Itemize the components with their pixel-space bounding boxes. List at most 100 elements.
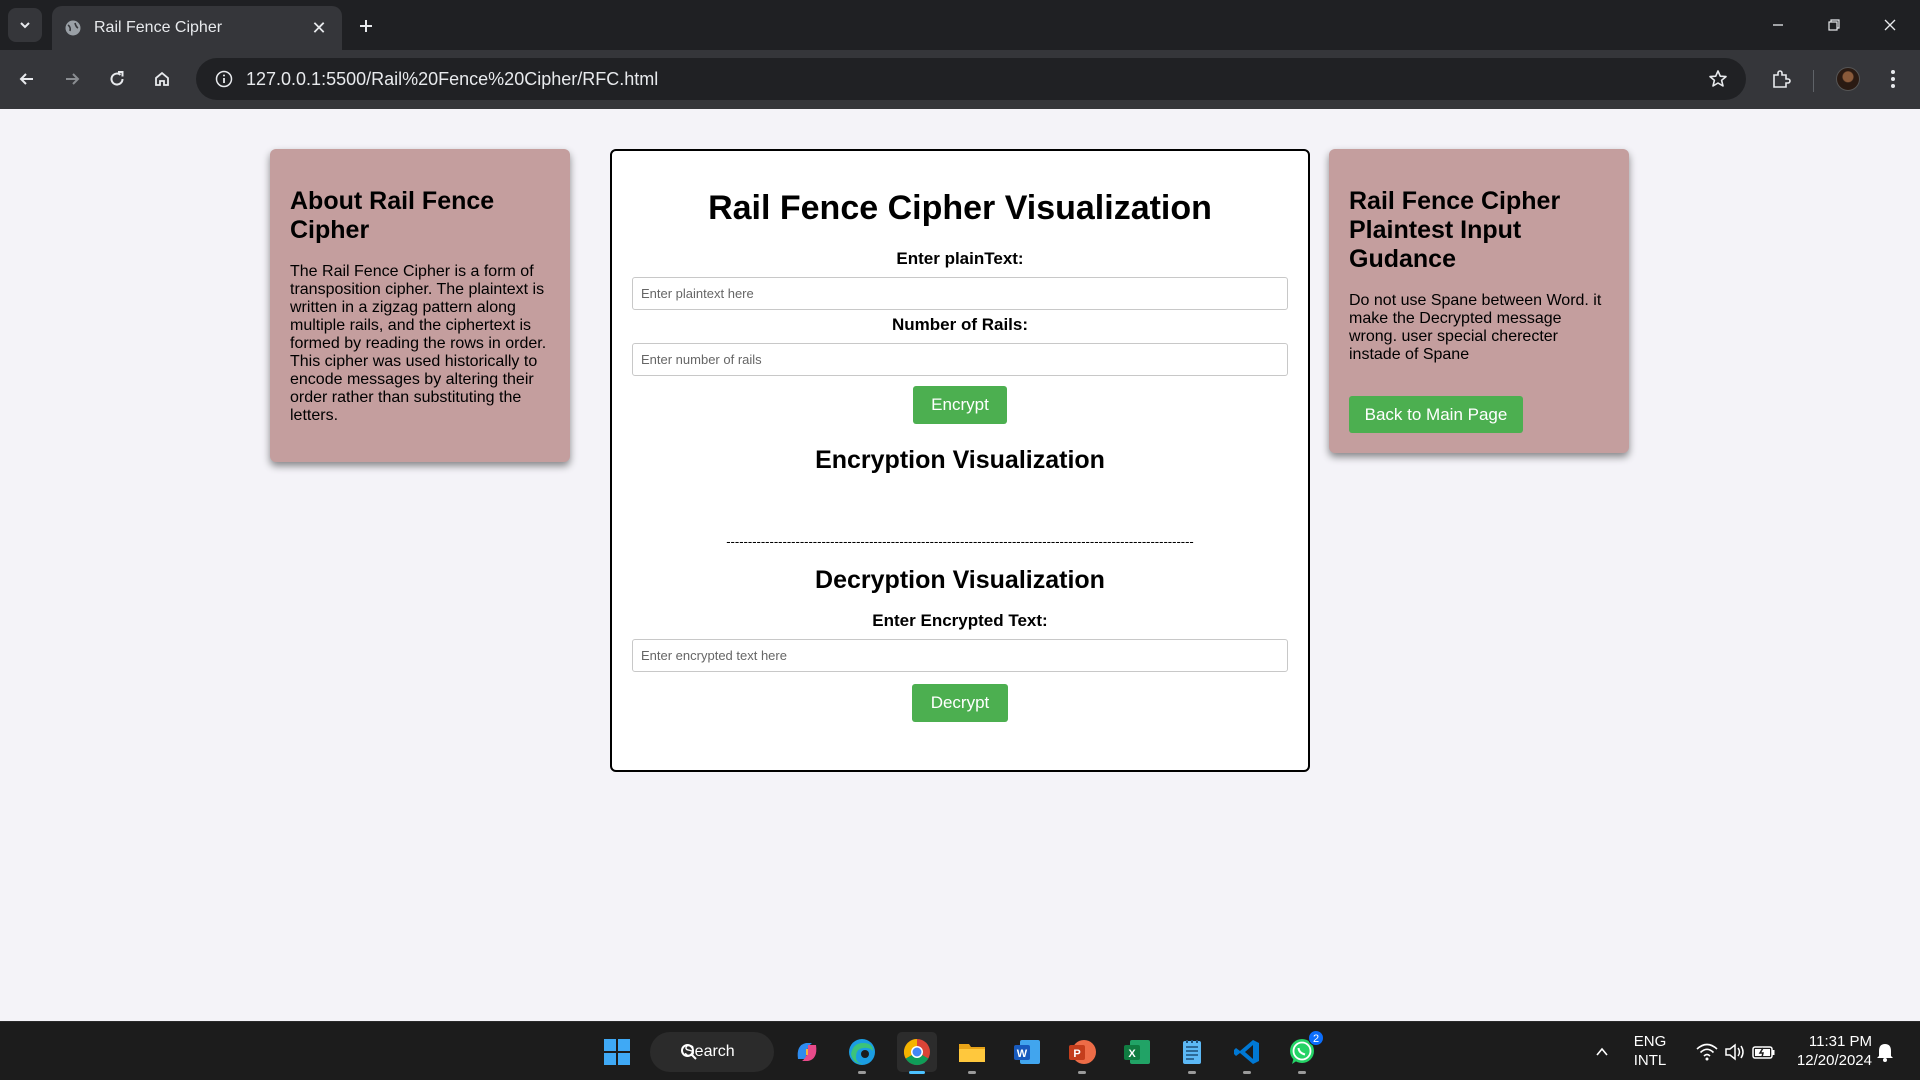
minimize-icon [1773, 24, 1783, 26]
input-guidance-card: Rail Fence Cipher Plaintest Input Gudanc… [1329, 149, 1629, 453]
running-indicator [968, 1071, 976, 1074]
keyboard-layout: INTL [1633, 1052, 1667, 1069]
volume-icon [1725, 1043, 1744, 1061]
address-bar[interactable]: 127.0.0.1:5500/Rail%20Fence%20Cipher/RFC… [196, 58, 1746, 100]
browser-tab-bar: Rail Fence Cipher ✕ [0, 0, 1920, 50]
svg-text:P: P [1073, 1048, 1080, 1060]
clock-time: 11:31 PM [1808, 1033, 1872, 1050]
arrow-left-icon [19, 73, 33, 85]
search-icon [681, 1044, 697, 1060]
notepad-app[interactable] [1172, 1032, 1212, 1074]
cipher-panel: Rail Fence Cipher Visualization Enter pl… [610, 149, 1310, 772]
plus-icon [360, 20, 372, 32]
running-indicator [1243, 1071, 1251, 1074]
chrome-icon [903, 1038, 930, 1066]
file-explorer-app[interactable] [952, 1032, 992, 1074]
powerpoint-app[interactable]: P [1062, 1032, 1102, 1074]
input-language-indicator[interactable]: ENG INTL [1628, 1032, 1672, 1070]
arrow-right-icon [66, 73, 80, 85]
powerpoint-icon: P [1069, 1040, 1096, 1064]
extensions-button[interactable] [1764, 62, 1798, 96]
chrome-app[interactable] [897, 1032, 937, 1074]
language-code: ENG [1633, 1033, 1667, 1050]
notepad-icon [1183, 1040, 1201, 1064]
restore-icon [1828, 19, 1840, 31]
forward-button[interactable] [55, 62, 89, 96]
bell-icon [1877, 1044, 1893, 1062]
guidance-heading: Rail Fence Cipher Plaintest Input Gudanc… [1349, 187, 1561, 273]
windows-taskbar: Search W P X 2 ENG INTL 11:31 PM 12/20/2… [0, 1021, 1920, 1080]
system-tray-quick-settings[interactable] [1676, 1032, 1796, 1072]
new-tab-button[interactable] [352, 12, 380, 40]
encrypted-text-label: Enter Encrypted Text: [872, 611, 1048, 630]
windows-start-icon [604, 1039, 630, 1065]
excel-app[interactable]: X [1117, 1032, 1157, 1072]
guidance-body: Do not use Spane between Word. it make t… [1349, 292, 1602, 363]
browser-tab[interactable]: Rail Fence Cipher ✕ [52, 6, 342, 50]
tab-title: Rail Fence Cipher [94, 19, 223, 36]
minimize-button[interactable] [1750, 0, 1806, 50]
chevron-down-icon [20, 22, 30, 29]
copilot-app[interactable] [787, 1032, 827, 1072]
home-button[interactable] [145, 62, 179, 96]
svg-text:X: X [1128, 1048, 1136, 1060]
running-indicator [1298, 1071, 1306, 1074]
back-to-main-page-button[interactable]: Back to Main Page [1349, 396, 1523, 433]
vscode-app[interactable] [1227, 1032, 1267, 1074]
back-button[interactable] [10, 62, 44, 96]
decrypt-button[interactable]: Decrypt [912, 684, 1008, 722]
running-indicator [858, 1071, 866, 1074]
web-page: About Rail Fence Cipher The Rail Fence C… [0, 109, 1920, 1021]
svg-text:W: W [1017, 1048, 1028, 1060]
decryption-visualization-heading: Decryption Visualization [815, 566, 1105, 594]
show-hidden-icons-button[interactable] [1582, 1032, 1622, 1072]
edge-app[interactable] [842, 1032, 882, 1074]
profile-avatar[interactable] [1836, 67, 1860, 91]
wifi-icon [1696, 1043, 1718, 1061]
start-button[interactable] [597, 1032, 637, 1072]
whatsapp-app[interactable]: 2 [1282, 1030, 1324, 1074]
globe-icon [64, 19, 82, 37]
about-heading: About Rail Fence Cipher [290, 187, 495, 244]
notification-badge: 2 [1308, 1030, 1324, 1046]
taskbar-search[interactable]: Search [650, 1032, 774, 1072]
excel-icon: X [1124, 1040, 1150, 1064]
copilot-icon [797, 1043, 817, 1061]
word-app[interactable]: W [1007, 1032, 1047, 1072]
clock[interactable]: 11:31 PM 12/20/2024 [1784, 1032, 1872, 1070]
reload-icon [110, 71, 124, 86]
notifications-button[interactable] [1868, 1032, 1902, 1072]
word-icon: W [1014, 1040, 1040, 1064]
section-divider: ----------------------------------------… [726, 534, 1194, 549]
running-indicator [1188, 1071, 1196, 1074]
battery-charging-icon [1752, 1046, 1775, 1059]
close-window-button[interactable] [1862, 0, 1918, 50]
close-tab-icon[interactable]: ✕ [308, 18, 330, 39]
url-text[interactable]: 127.0.0.1:5500/Rail%20Fence%20Cipher/RFC… [246, 69, 1698, 90]
toolbar-separator [1813, 70, 1814, 92]
puzzle-icon [1773, 70, 1791, 88]
more-vertical-icon [1891, 70, 1895, 88]
home-icon [155, 71, 169, 86]
tab-search-button[interactable] [8, 8, 42, 42]
plaintext-input[interactable] [632, 277, 1288, 310]
restore-button[interactable] [1806, 0, 1862, 50]
bookmark-star-icon[interactable] [1698, 69, 1738, 89]
vscode-icon [1234, 1040, 1259, 1064]
encryption-visualization-heading: Encryption Visualization [815, 446, 1105, 474]
plaintext-label: Enter plainText: [896, 249, 1024, 268]
reload-button[interactable] [100, 62, 134, 96]
folder-icon [959, 1044, 985, 1062]
encrypted-text-input[interactable] [632, 639, 1288, 672]
active-indicator [909, 1071, 925, 1074]
rails-label: Number of Rails: [891, 315, 1029, 334]
about-body: The Rail Fence Cipher is a form of trans… [290, 263, 547, 424]
close-icon [1884, 19, 1896, 31]
running-indicator [1078, 1071, 1086, 1074]
site-info-icon[interactable] [204, 70, 244, 88]
chrome-menu-button[interactable] [1876, 62, 1910, 96]
rails-input[interactable] [632, 343, 1288, 376]
encrypt-button[interactable]: Encrypt [913, 386, 1007, 424]
about-card: About Rail Fence Cipher The Rail Fence C… [270, 149, 570, 462]
chevron-up-icon [1596, 1047, 1608, 1056]
